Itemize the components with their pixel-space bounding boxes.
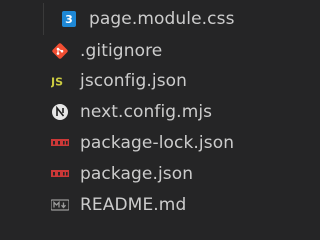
npm-file-icon [51,139,69,146]
file-name-label: package.json [80,164,194,184]
css-file-icon: 3 [62,11,76,27]
file-name-label: next.config.mjs [80,102,213,122]
file-item-next-config-mjs[interactable]: next.config.mjs [0,96,300,128]
npm-file-icon [51,170,69,177]
file-name-label: .gitignore [80,41,163,61]
file-item-gitignore[interactable]: .gitignore [0,35,300,67]
markdown-file-icon [51,199,69,211]
file-item-readme-md[interactable]: README.md [0,189,300,221]
file-name-label: README.md [80,195,187,215]
file-explorer: 3 page.module.css .gitignore JS jsconfig… [0,0,300,225]
file-name-label: package-lock.json [80,133,235,153]
file-item-jsconfig-json[interactable]: JS jsconfig.json [0,65,300,97]
git-file-icon [52,43,68,59]
file-name-label: page.module.css [89,9,235,29]
file-item-package-lock-json[interactable]: package-lock.json [0,127,300,159]
indent-guide [43,3,44,35]
json-js-file-icon: JS [51,76,63,89]
svg-text:3: 3 [65,13,73,26]
svg-text:JS: JS [51,76,63,89]
file-item-package-json[interactable]: package.json [0,158,300,190]
file-item-page-module-css[interactable]: 3 page.module.css [0,3,300,35]
nextjs-file-icon [52,104,68,120]
file-name-label: jsconfig.json [80,71,188,91]
